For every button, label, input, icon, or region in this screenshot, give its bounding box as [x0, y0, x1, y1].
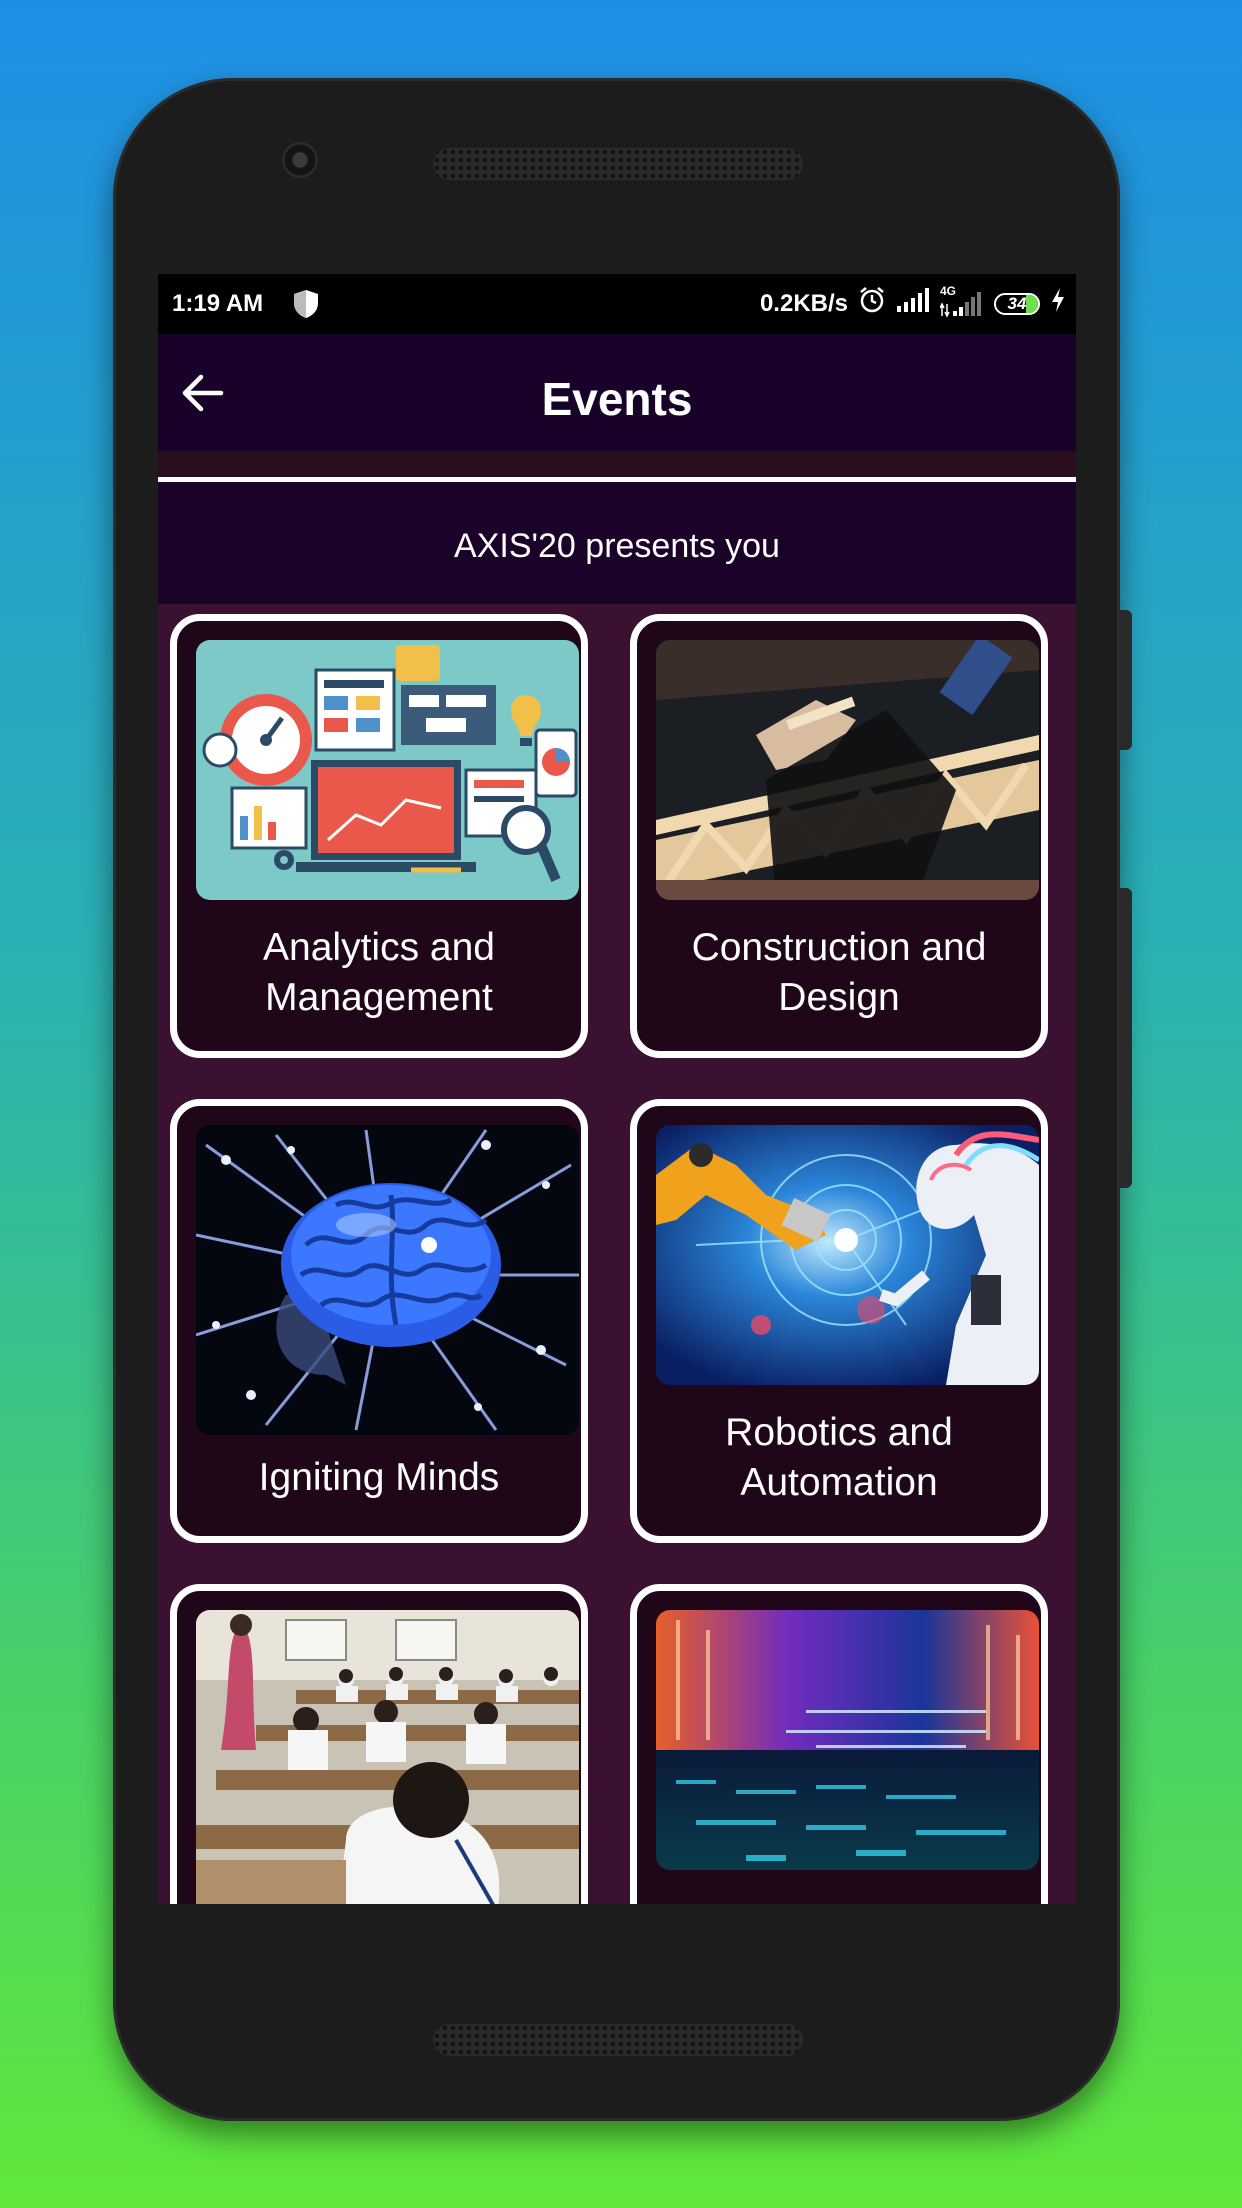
- event-card-5[interactable]: [170, 1584, 588, 1904]
- robotics-image: [656, 1125, 1039, 1385]
- analytics-image: [196, 640, 579, 900]
- event-card-analytics[interactable]: Analytics and Management: [170, 614, 588, 1058]
- event-label: Analytics and Management: [263, 926, 495, 1019]
- status-icons: 0.2KB/s 4G 34: [759, 284, 1066, 321]
- construction-image: [656, 640, 1039, 900]
- event-card-igniting-minds[interactable]: Igniting Minds: [170, 1099, 588, 1543]
- signal-icon: [896, 287, 930, 320]
- network-speed: 0.2KB/s: [759, 289, 848, 317]
- subheader-text: AXIS'20 presents you: [454, 527, 780, 565]
- front-camera: [282, 142, 318, 178]
- battery-level: 34: [1007, 293, 1027, 313]
- event-label: Robotics and Automation: [725, 1411, 953, 1504]
- app-bar: Events: [158, 334, 1076, 451]
- event-label: Construction and Design: [691, 926, 987, 1019]
- page-title: Events: [541, 373, 693, 425]
- power-button: [1120, 610, 1132, 750]
- event-card-6[interactable]: [630, 1584, 1048, 1904]
- events-grid: Analytics and Management Construction an…: [158, 604, 1076, 1904]
- event-label: Igniting Minds: [258, 1456, 500, 1499]
- app-screen: 1:19 AM 0.2KB/s 4G 34 Events AXIS'20 pre…: [158, 274, 1076, 1904]
- volume-button: [1120, 888, 1132, 1188]
- alarm-icon: [858, 286, 886, 321]
- status-bar: 1:19 AM 0.2KB/s 4G 34: [158, 274, 1076, 334]
- shield-icon: [291, 288, 321, 327]
- battery-icon: 34: [994, 292, 1040, 315]
- digital-code-image: [656, 1610, 1039, 1870]
- bottom-speaker: [433, 2024, 803, 2056]
- event-card-robotics[interactable]: Robotics and Automation: [630, 1099, 1048, 1543]
- subheader: AXIS'20 presents you: [158, 482, 1076, 604]
- earpiece-speaker: [433, 148, 803, 180]
- classroom-image: [196, 1610, 579, 1904]
- signal-4g-icon: 4G: [940, 284, 984, 318]
- status-time: 1:19 AM: [172, 290, 264, 317]
- brain-image: [196, 1125, 579, 1435]
- event-card-construction[interactable]: Construction and Design: [630, 614, 1048, 1058]
- charging-icon: [1050, 287, 1066, 320]
